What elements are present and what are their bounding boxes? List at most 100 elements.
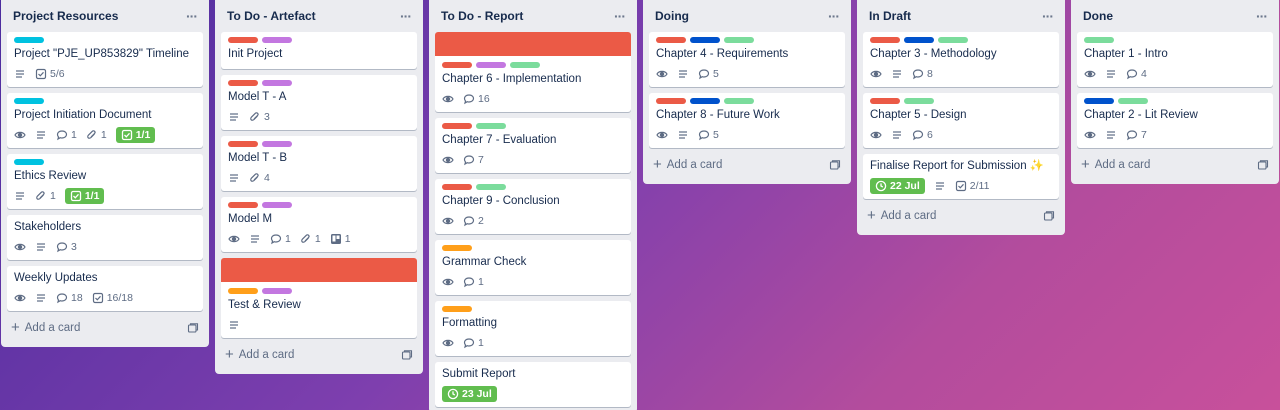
card-title: Test & Review bbox=[228, 299, 301, 311]
card-badges: 2 bbox=[442, 212, 624, 230]
card-template-icon[interactable] bbox=[401, 349, 413, 361]
list-menu-icon[interactable]: ··· bbox=[1256, 9, 1268, 23]
card[interactable]: Formatting 1 bbox=[435, 301, 631, 356]
card[interactable]: Project "PJE_UP853829" Timeline 5/6 bbox=[7, 32, 203, 87]
label-red[interactable] bbox=[228, 80, 258, 86]
label-red[interactable] bbox=[228, 141, 258, 147]
checklist-badge[interactable]: 1/1 bbox=[115, 127, 156, 143]
card[interactable]: Chapter 7 - Evaluation 7 bbox=[435, 118, 631, 173]
clock-badge[interactable]: 22 Jul bbox=[870, 178, 925, 194]
card[interactable]: Submit Report 23 Jul bbox=[435, 362, 631, 407]
add-card-button[interactable]: + Add a card bbox=[1077, 152, 1273, 178]
list-title[interactable]: Project Resources bbox=[13, 9, 118, 23]
watch-icon bbox=[442, 215, 454, 227]
label-lime[interactable] bbox=[938, 37, 968, 43]
card-badges: 1 1/1 bbox=[14, 187, 196, 205]
label-red[interactable] bbox=[228, 202, 258, 208]
card[interactable]: Stakeholders 3 bbox=[7, 215, 203, 260]
card[interactable]: Chapter 5 - Design 6 bbox=[863, 93, 1059, 148]
card-template-icon[interactable] bbox=[829, 159, 841, 171]
label-lime[interactable] bbox=[724, 98, 754, 104]
label-lime[interactable] bbox=[904, 98, 934, 104]
card-template-icon[interactable] bbox=[1043, 210, 1055, 222]
card-list: Chapter 1 - Intro 4 Chapter 2 - Lit Review… bbox=[1077, 32, 1273, 148]
label-navy[interactable] bbox=[690, 98, 720, 104]
watch-icon bbox=[1084, 68, 1096, 80]
label-sky[interactable] bbox=[14, 37, 44, 43]
add-card-button[interactable]: + Add a card bbox=[7, 315, 203, 341]
add-card-button[interactable]: + Add a card bbox=[863, 203, 1059, 229]
card[interactable]: Model M 1 1 1 bbox=[221, 197, 417, 252]
label-purple[interactable] bbox=[262, 80, 292, 86]
label-orange[interactable] bbox=[228, 288, 258, 294]
badge-text: 22 Jul bbox=[890, 180, 920, 192]
label-red[interactable] bbox=[442, 62, 472, 68]
label-lime[interactable] bbox=[476, 123, 506, 129]
comment-badge: 18 bbox=[56, 292, 83, 304]
card[interactable]: Grammar Check 1 bbox=[435, 240, 631, 295]
card-template-icon[interactable] bbox=[1257, 159, 1269, 171]
card[interactable]: Finalise Report for Submission ✨ 22 Jul 2/… bbox=[863, 154, 1059, 199]
label-orange[interactable] bbox=[442, 245, 472, 251]
label-purple[interactable] bbox=[262, 141, 292, 147]
checklist-badge[interactable]: 1/1 bbox=[64, 188, 105, 204]
card[interactable]: Chapter 3 - Methodology 8 bbox=[863, 32, 1059, 87]
card[interactable]: Chapter 2 - Lit Review 7 bbox=[1077, 93, 1273, 148]
list-title[interactable]: To Do - Report bbox=[441, 9, 523, 23]
label-purple[interactable] bbox=[262, 288, 292, 294]
label-navy[interactable] bbox=[904, 37, 934, 43]
list-doing: Doing ··· Chapter 4 - Requirements 5 Chapter… bbox=[643, 0, 851, 184]
label-navy[interactable] bbox=[690, 37, 720, 43]
label-lime[interactable] bbox=[1118, 98, 1148, 104]
card-template-icon[interactable] bbox=[187, 322, 199, 334]
label-red[interactable] bbox=[442, 184, 472, 190]
label-red[interactable] bbox=[870, 37, 900, 43]
label-lime[interactable] bbox=[1084, 37, 1114, 43]
card[interactable]: Project Initiation Document 1 1 1/1 bbox=[7, 93, 203, 148]
list-title[interactable]: Done bbox=[1083, 9, 1113, 23]
card[interactable]: Ethics Review 1 1/1 bbox=[7, 154, 203, 209]
card[interactable]: Chapter 8 - Future Work 5 bbox=[649, 93, 845, 148]
list-menu-icon[interactable]: ··· bbox=[828, 9, 840, 23]
list-menu-icon[interactable]: ··· bbox=[1042, 9, 1054, 23]
label-purple[interactable] bbox=[476, 62, 506, 68]
label-red[interactable] bbox=[870, 98, 900, 104]
label-orange[interactable] bbox=[442, 306, 472, 312]
list-title[interactable]: In Draft bbox=[869, 9, 911, 23]
card[interactable]: Weekly Updates 18 16/18 bbox=[7, 266, 203, 311]
watch-icon bbox=[442, 337, 454, 349]
card[interactable]: Model T - B 4 bbox=[221, 136, 417, 191]
label-lime[interactable] bbox=[724, 37, 754, 43]
label-sky[interactable] bbox=[14, 98, 44, 104]
description-badge bbox=[891, 68, 903, 80]
list-menu-icon[interactable]: ··· bbox=[186, 9, 198, 23]
list-menu-icon[interactable]: ··· bbox=[400, 9, 412, 23]
card-title: Chapter 2 - Lit Review bbox=[1084, 109, 1198, 121]
list-menu-icon[interactable]: ··· bbox=[614, 9, 626, 23]
label-sky[interactable] bbox=[14, 159, 44, 165]
label-purple[interactable] bbox=[262, 37, 292, 43]
card[interactable]: Chapter 1 - Intro 4 bbox=[1077, 32, 1273, 87]
card[interactable]: Init Project bbox=[221, 32, 417, 69]
card[interactable]: Model T - A 3 bbox=[221, 75, 417, 130]
add-card-button[interactable]: + Add a card bbox=[649, 152, 845, 178]
label-red[interactable] bbox=[656, 37, 686, 43]
label-lime[interactable] bbox=[476, 184, 506, 190]
label-red[interactable] bbox=[228, 37, 258, 43]
card[interactable]: Chapter 4 - Requirements 5 bbox=[649, 32, 845, 87]
clock-badge[interactable]: 23 Jul bbox=[442, 386, 497, 402]
label-purple[interactable] bbox=[262, 202, 292, 208]
label-red[interactable] bbox=[656, 98, 686, 104]
list-title[interactable]: Doing bbox=[655, 9, 689, 23]
label-lime[interactable] bbox=[510, 62, 540, 68]
label-red[interactable] bbox=[442, 123, 472, 129]
checklist-icon bbox=[35, 68, 47, 80]
card[interactable]: Test & Review bbox=[221, 258, 417, 338]
watch-badge bbox=[442, 276, 454, 288]
list-title[interactable]: To Do - Artefact bbox=[227, 9, 316, 23]
card[interactable]: Chapter 9 - Conclusion 2 bbox=[435, 179, 631, 234]
add-card-button[interactable]: + Add a card bbox=[221, 342, 417, 368]
watch-badge bbox=[442, 93, 454, 105]
card[interactable]: Chapter 6 - Implementation 16 bbox=[435, 32, 631, 112]
label-navy[interactable] bbox=[1084, 98, 1114, 104]
